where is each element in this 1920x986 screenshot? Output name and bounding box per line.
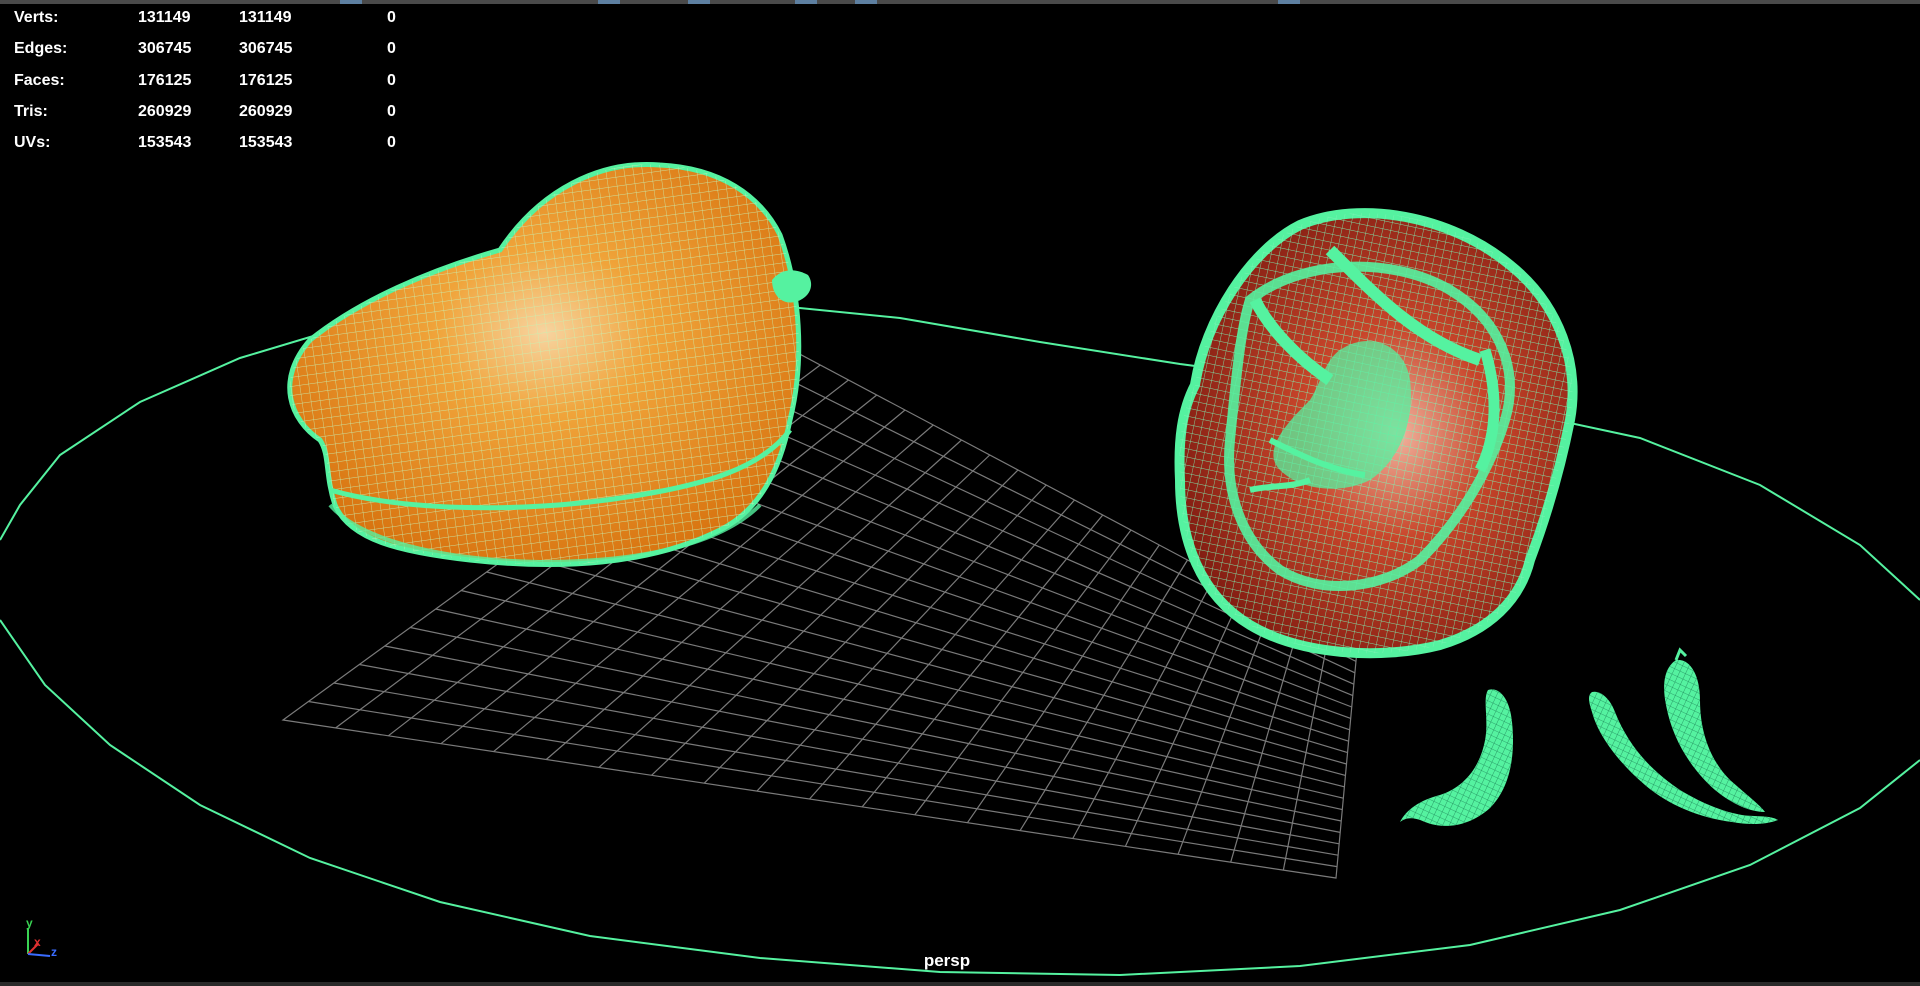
hud-label-text: Verts: <box>14 9 59 26</box>
bell-pepper-half[interactable] <box>1174 208 1578 659</box>
hud-value-total: 260929 <box>138 102 192 120</box>
hud-value-selected: 260929 <box>239 102 293 120</box>
hud-value-total: 153543 <box>138 134 192 152</box>
hud-value-triangles-selected: 0 <box>387 40 396 58</box>
x-axis-label: x <box>34 935 41 949</box>
hud-value-selected: 153543 <box>239 134 293 152</box>
y-axis-label: y <box>26 918 33 930</box>
z-axis-line <box>27 953 51 957</box>
hud-value-total: 306745 <box>138 40 192 58</box>
grid-line <box>1230 619 1302 863</box>
axis-gizmo: y x z <box>26 918 57 959</box>
viewport-bottom-border <box>0 982 1920 986</box>
hud-label-text: UVs: <box>14 134 51 152</box>
hud-row: Tris: 260929 260929 0 <box>14 96 414 127</box>
chili-pepper[interactable] <box>1400 689 1514 826</box>
hud-value-selected: 306745 <box>239 40 293 58</box>
hud-value-selected: 131149 <box>239 9 292 26</box>
hud-value-triangles-selected: 0 <box>387 71 396 89</box>
hud-value-triangles-selected: 0 <box>387 102 396 120</box>
bell-pepper-whole[interactable] <box>287 161 812 568</box>
hud-value-triangles-selected: 0 <box>387 9 396 26</box>
hud-label-text: Faces: <box>14 71 65 89</box>
hud-row: UVs: 153543 153543 0 <box>14 127 414 158</box>
chili-pepper-pair[interactable] <box>1589 647 1778 825</box>
hud-row: Faces: 176125 176125 0 <box>14 65 414 96</box>
hud-label-text: Tris: <box>14 102 48 120</box>
hud-value-selected: 176125 <box>239 71 293 89</box>
hud-label-text: Edges: <box>14 40 68 58</box>
hud-value-total: 131149 <box>138 9 191 26</box>
hud-value-triangles-selected: 0 <box>387 134 396 152</box>
poly-count-hud: Verts: 131149 131149 0 Edges: 306745 306745 0 Fa… <box>14 2 414 158</box>
z-axis-label: z <box>51 945 57 959</box>
camera-name-label: persp <box>923 951 971 970</box>
hud-row: Verts: 131149 131149 0 <box>14 2 414 33</box>
hud-row: Edges: 306745 306745 0 <box>14 33 414 64</box>
hud-value-total: 176125 <box>138 71 192 89</box>
viewport-persp[interactable]: Verts: 131149 131149 0 Edges: 306745 306745 0 Fa… <box>0 0 1920 986</box>
